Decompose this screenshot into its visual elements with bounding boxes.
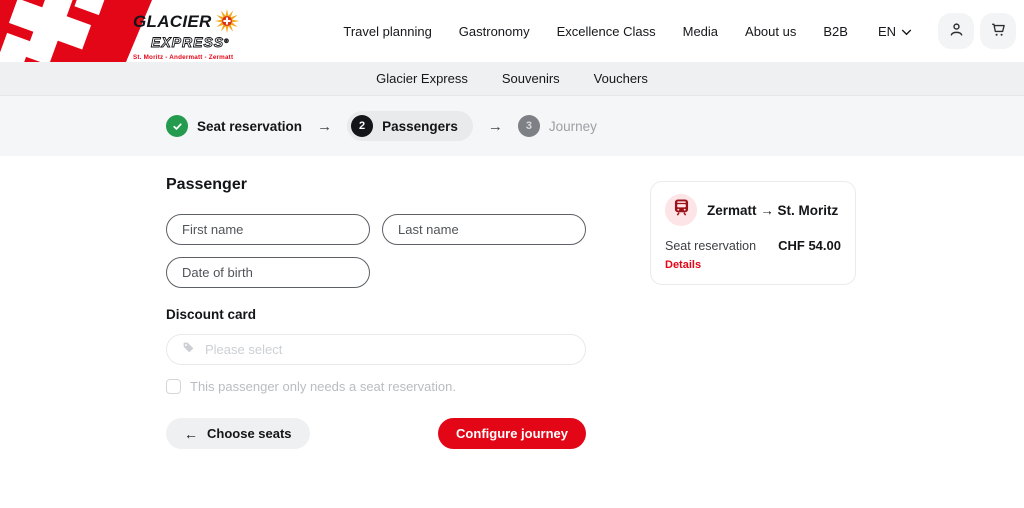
step-label: Journey (549, 119, 597, 134)
configure-journey-button[interactable]: Configure journey (438, 418, 586, 449)
nav-item-gastronomy[interactable]: Gastronomy (459, 24, 530, 39)
train-icon (674, 199, 689, 221)
step-label: Seat reservation (197, 119, 302, 134)
nav-item-about-us[interactable]: About us (745, 24, 796, 39)
logo-text-glacier: GLACIER (133, 13, 212, 30)
details-link[interactable]: Details (665, 259, 701, 271)
step-label: Passengers (382, 119, 458, 134)
logo-tagline: St. Moritz - Andermatt - Zermatt (133, 54, 243, 61)
trip-summary-card: Zermatt → St. Moritz Seat reservation CH… (650, 181, 856, 285)
choose-seats-button[interactable]: ← Choose seats (166, 418, 310, 449)
trademark-symbol: ® (224, 39, 229, 45)
summary-item-price: CHF 54.00 (778, 238, 841, 253)
discount-card-placeholder: Please select (205, 342, 282, 357)
nav-item-excellence-class[interactable]: Excellence Class (557, 24, 656, 39)
choose-seats-label: Choose seats (207, 426, 292, 441)
first-name-input[interactable] (166, 214, 370, 245)
account-button[interactable] (938, 13, 974, 49)
summary-item-label: Seat reservation (665, 239, 756, 253)
step-number-badge: 3 (518, 115, 540, 137)
seat-only-checkbox[interactable] (166, 379, 181, 394)
configure-journey-label: Configure journey (456, 426, 568, 441)
step-journey[interactable]: 3 Journey (518, 115, 597, 137)
step-number-badge: 2 (351, 115, 373, 137)
discount-card-title: Discount card (166, 307, 586, 322)
language-label: EN (878, 24, 896, 39)
checkout-stepper: Seat reservation → 2 Passengers → 3 Jour… (166, 96, 858, 156)
order-summary: Zermatt → St. Moritz Seat reservation CH… (650, 176, 856, 449)
subnav-item-souvenirs[interactable]: Souvenirs (502, 71, 560, 86)
subnav-item-glacier-express[interactable]: Glacier Express (376, 71, 468, 86)
language-selector[interactable]: EN (878, 24, 912, 39)
arrow-right-icon: → (488, 118, 503, 135)
discount-card-select[interactable]: Please select (166, 334, 586, 365)
glacier-express-logo[interactable]: GLACIER EXPRESS® St. Moritz - Andermatt … (133, 7, 243, 61)
last-name-input[interactable] (382, 214, 586, 245)
secondary-navigation: Glacier Express Souvenirs Vouchers (0, 62, 1024, 96)
step-passengers[interactable]: 2 Passengers (347, 111, 473, 141)
chevron-down-icon (901, 24, 912, 39)
main-navigation: Travel planning Gastronomy Excellence Cl… (343, 24, 848, 39)
nav-item-media[interactable]: Media (683, 24, 718, 39)
page-title: Passenger (166, 176, 586, 194)
train-badge (665, 194, 697, 226)
route-title: Zermatt → St. Moritz (707, 203, 838, 218)
header: GLACIER EXPRESS® St. Moritz - Andermatt … (0, 0, 1024, 62)
user-icon (947, 20, 966, 42)
arrow-left-icon: ← (184, 426, 198, 442)
arrow-right-icon: → (317, 118, 332, 135)
seat-only-option: This passenger only needs a seat reserva… (166, 379, 586, 394)
subnav-item-vouchers[interactable]: Vouchers (594, 71, 648, 86)
nav-item-b2b[interactable]: B2B (823, 24, 848, 39)
nav-item-travel-planning[interactable]: Travel planning (343, 24, 431, 39)
main-content: Passenger Discount card Please select (166, 156, 858, 449)
cart-icon (989, 20, 1008, 42)
logo-text-express: EXPRESS® (151, 36, 243, 49)
date-of-birth-input[interactable] (166, 257, 370, 288)
cart-button[interactable] (980, 13, 1016, 49)
step-done-check-icon (166, 115, 188, 137)
checkout-stepper-band: Seat reservation → 2 Passengers → 3 Jour… (0, 96, 1024, 156)
tag-icon (182, 341, 195, 359)
seat-only-label: This passenger only needs a seat reserva… (190, 379, 456, 394)
passenger-form: Passenger Discount card Please select (166, 176, 586, 449)
step-seat-reservation[interactable]: Seat reservation (166, 115, 302, 137)
